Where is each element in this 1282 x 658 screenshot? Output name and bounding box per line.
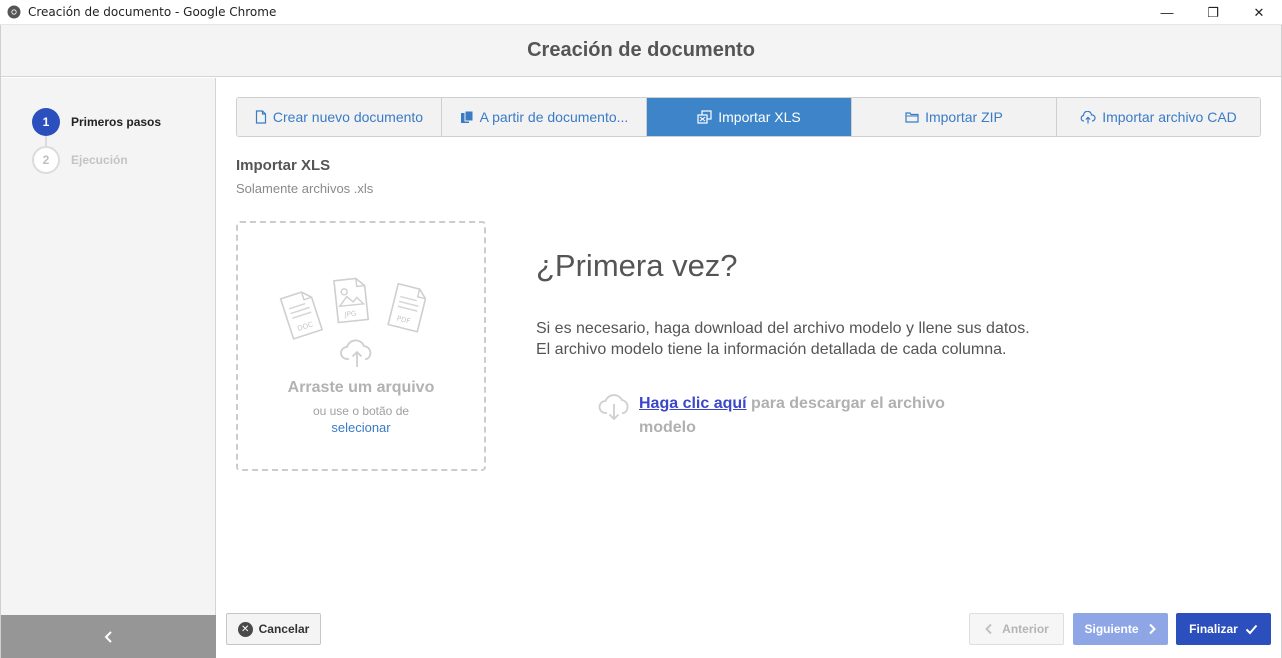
next-button[interactable]: Siguiente <box>1073 613 1168 645</box>
download-template-text: Haga clic aquí para descargar el archivo… <box>639 392 979 440</box>
restore-button[interactable]: ❐ <box>1190 0 1236 25</box>
chrome-icon <box>7 5 21 19</box>
cancel-label: Cancelar <box>258 622 310 636</box>
previous-label: Anterior <box>1002 622 1049 636</box>
tab-label: Importar XLS <box>718 109 801 125</box>
page-header: Creación de documento <box>0 25 1282 77</box>
document-icon <box>255 110 266 124</box>
copy-document-icon <box>460 110 474 123</box>
section-subtitle: Solamente archivos .xls <box>236 181 374 196</box>
step-label: Ejecución <box>71 153 128 167</box>
tab-label: Crear nuevo documento <box>272 109 424 125</box>
finish-label: Finalizar <box>1189 622 1238 636</box>
next-label: Siguiente <box>1084 622 1139 636</box>
import-xls-icon <box>697 110 712 124</box>
window-title: Creación de documento - Google Chrome <box>28 5 277 19</box>
step-label: Primeros pasos <box>71 115 162 129</box>
first-time-heading: ¿Primera vez? <box>536 248 738 283</box>
folder-icon <box>905 112 919 123</box>
file-dropzone[interactable]: DOC JPG PDF Arraste um arquivo ou use o … <box>236 221 486 471</box>
jpg-file-icon: JPG <box>333 277 370 324</box>
chevron-right-icon <box>1148 623 1156 635</box>
dropzone-subtitle: ou use o botão de <box>312 404 410 418</box>
page-title: Creación de documento <box>527 39 755 61</box>
help-description-line2: El archivo modelo tiene la información d… <box>536 341 1007 358</box>
tab-crear-nuevo-documento[interactable]: Crear nuevo documento <box>237 98 442 136</box>
step-number: 2 <box>32 146 60 174</box>
section-title: Importar XLS <box>236 157 331 174</box>
collapse-sidebar-button[interactable] <box>1 615 216 658</box>
window-titlebar: Creación de documento - Google Chrome — … <box>0 0 1282 25</box>
tab-label: Importar archivo CAD <box>1102 109 1237 125</box>
chevron-left-icon <box>104 630 112 643</box>
step-number: 1 <box>32 108 60 136</box>
finish-button[interactable]: Finalizar <box>1176 613 1271 645</box>
chevron-left-icon <box>985 623 992 635</box>
select-file-link[interactable]: selecionar <box>238 420 484 435</box>
step-primeros-pasos[interactable]: 1 Primeros pasos <box>32 108 161 136</box>
file-types-illustration: DOC JPG PDF <box>279 277 427 367</box>
download-template-link[interactable]: Haga clic aquí <box>639 395 747 412</box>
tab-label: A partir de documento... <box>479 109 629 125</box>
tab-a-partir-de-documento[interactable]: A partir de documento... <box>442 98 647 136</box>
svg-text:JPG: JPG <box>343 310 356 319</box>
doc-file-icon: DOC <box>279 291 324 340</box>
close-circle-icon: ✕ <box>237 621 253 637</box>
pdf-file-icon: PDF <box>387 282 427 333</box>
help-description-line1: Si es necesario, haga download del archi… <box>536 320 1030 337</box>
tab-importar-archivo-cad[interactable]: Importar archivo CAD <box>1057 98 1260 136</box>
tab-label: Importar ZIP <box>925 109 1003 125</box>
cloud-download-icon <box>598 394 629 421</box>
import-tabs: Crear nuevo documento A partir de docume… <box>236 97 1261 137</box>
step-ejecucion[interactable]: 2 Ejecución <box>32 146 128 174</box>
previous-button[interactable]: Anterior <box>969 613 1064 645</box>
minimize-button[interactable]: — <box>1144 0 1190 25</box>
cloud-upload-icon <box>340 339 372 367</box>
cloud-upload-icon <box>1080 110 1096 123</box>
close-window-button[interactable]: ✕ <box>1236 0 1282 25</box>
checkmark-icon <box>1245 624 1258 634</box>
tab-importar-xls[interactable]: Importar XLS <box>647 98 852 136</box>
cancel-button[interactable]: ✕ Cancelar <box>226 613 321 645</box>
tab-importar-zip[interactable]: Importar ZIP <box>852 98 1057 136</box>
wizard-sidebar: 1 Primeros pasos 2 Ejecución <box>1 78 216 658</box>
dropzone-title: Arraste um arquivo <box>287 379 435 396</box>
